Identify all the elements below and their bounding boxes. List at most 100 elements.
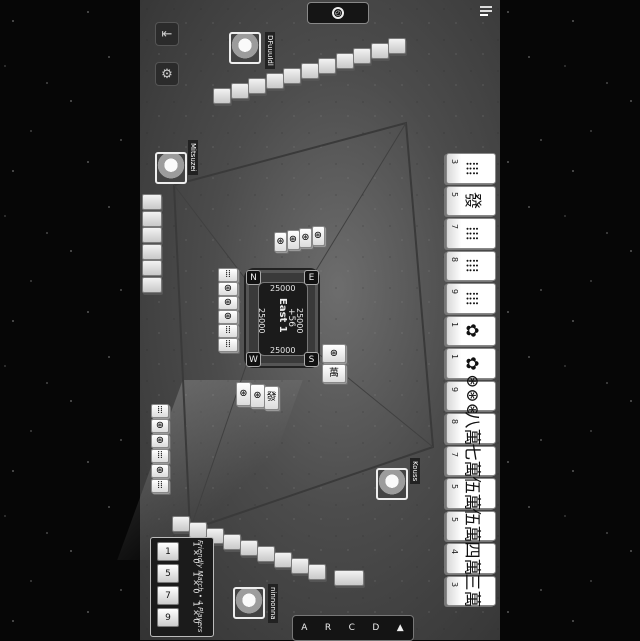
hand-tile[interactable]: 8 八萬 <box>446 411 496 446</box>
wind-marker-south: S <box>304 352 319 367</box>
tile-face: 八萬 <box>461 411 482 446</box>
player-name-self: ninnonna <box>268 584 278 623</box>
tile-face: ⊛ <box>239 388 248 399</box>
score-south: 25000 <box>270 346 296 355</box>
tile-face: ⊛ <box>329 347 339 359</box>
avatar-west[interactable] <box>155 152 187 184</box>
hand-tile[interactable]: 4 四萬 <box>446 541 496 576</box>
expand-arrow-icon[interactable]: ▲ <box>397 623 405 633</box>
tile-rank: 5 <box>450 516 460 522</box>
honba-counter: +56 <box>286 308 296 327</box>
score-east: 25000 <box>295 308 304 334</box>
hand-tile[interactable]: 3 三萬 <box>446 574 496 608</box>
action-button-r[interactable]: R <box>325 623 332 633</box>
wall-tile <box>230 83 249 99</box>
tile-rank: 5 <box>450 191 460 197</box>
tile-face: ⊛ <box>155 435 165 446</box>
discard-tile: ⁞⁞ <box>151 404 169 418</box>
discard-tile: ⊛ <box>236 382 251 406</box>
match-label: Friendly Match • 4 Players <box>196 540 204 633</box>
tile-face: ⊛ <box>253 390 262 401</box>
center-console: 25000 25000 25000 25000 East 1 +56 N E W… <box>244 268 320 368</box>
tile-face: ⊛ <box>223 311 233 322</box>
wall-tile <box>308 564 326 580</box>
hand-tile[interactable]: 7 七萬 <box>446 443 496 478</box>
settings-button[interactable]: ⚙ <box>155 62 179 86</box>
player-name-west: Mitsuzei <box>188 140 198 175</box>
tile-rank: 8 <box>450 418 460 425</box>
avatar-self[interactable] <box>233 587 265 619</box>
tile-rank: 3 <box>450 581 460 587</box>
wall-tile <box>142 210 162 227</box>
wall-tile <box>300 63 319 79</box>
tile-face: ⁞⁞⁞ <box>461 258 482 273</box>
discard-tile: 萬 <box>322 364 346 383</box>
discard-tile: ⊛ <box>151 464 169 478</box>
tile-rank: 9 <box>450 386 460 392</box>
tile-face: ⁞⁞⁞ <box>461 161 482 176</box>
hand-tile[interactable]: 9 ⁞⁞⁞ <box>446 283 496 314</box>
exit-icon: ⇤ <box>161 26 173 42</box>
action-button-c[interactable]: C <box>349 623 356 633</box>
tile-rank: 1 <box>450 353 460 360</box>
tile-face: ✿ <box>461 323 482 338</box>
wall-tile <box>334 570 364 586</box>
discard-tile: ⊛ <box>218 310 238 324</box>
wind-marker-north: N <box>246 270 261 285</box>
hand-tile[interactable]: 5發 <box>446 185 496 216</box>
action-bar: A R C D ▲ <box>292 615 414 641</box>
wall-tile <box>370 43 389 59</box>
wall-tile <box>248 78 266 94</box>
wall-tile <box>335 53 354 69</box>
discard-tile: ⊛ <box>299 228 312 248</box>
discard-tile: ⊛ <box>311 226 325 246</box>
discard-tile: ⁞⁞ <box>151 479 169 493</box>
wall-tile <box>274 552 292 568</box>
tile-face: ⊛ <box>223 297 233 308</box>
hand-tile[interactable]: 1 ✿ <box>446 315 496 346</box>
tile-rank: 9 <box>450 288 460 295</box>
tile-rank: 5 <box>450 483 460 490</box>
action-button-d[interactable]: D <box>372 623 380 633</box>
hand-tile[interactable]: 7 ⁞⁞⁞ <box>446 218 496 249</box>
score-west: 25000 <box>257 308 266 334</box>
tile-rank: 3 <box>450 158 460 165</box>
tile-face: ⁞⁞ <box>225 325 231 336</box>
avatar-east[interactable] <box>376 468 408 500</box>
tile-face: ⊛ <box>301 232 310 243</box>
tile-face: ⁞⁞ <box>225 339 231 350</box>
gear-icon: ⚙ <box>161 66 173 82</box>
wall-tile <box>142 260 162 276</box>
wall-tile <box>189 522 207 538</box>
hand-tile[interactable]: 8 ⁞⁞⁞ <box>446 250 496 281</box>
score-north: 25000 <box>270 284 296 293</box>
mini-tile: 7 <box>157 586 179 605</box>
wall-tile <box>388 38 406 54</box>
tile-face: 四萬 <box>461 541 482 576</box>
hand-tile[interactable]: 5 伍萬 <box>446 476 496 510</box>
wall-tile <box>283 68 301 84</box>
wall-tile <box>240 540 258 556</box>
wall-tile <box>257 546 275 562</box>
tile-face: 七萬 <box>461 443 482 478</box>
discard-tile: ⊛ <box>218 282 238 296</box>
player-name-north: DFuuuIdl <box>265 32 275 69</box>
tile-face: ⁞⁞ <box>225 269 231 280</box>
exit-button[interactable]: ⇤ <box>155 22 179 46</box>
hand-tile[interactable]: 9 ⊛⊛⊛ <box>446 374 496 417</box>
hand-tile[interactable]: 3 ⁞⁞⁞ <box>446 153 496 184</box>
hand-tile[interactable]: 5 伍萬 <box>446 508 496 543</box>
discard-tile: ⊛ <box>274 232 287 252</box>
wall-tile <box>142 194 162 210</box>
tile-face: ⊛ <box>313 230 323 241</box>
wall-tile <box>223 534 241 550</box>
discard-tile: ⁞⁞ <box>218 324 238 338</box>
action-button-a[interactable]: A <box>301 623 308 633</box>
discard-tile: ⊛ <box>322 344 346 363</box>
tile-face: 伍萬 <box>461 508 482 543</box>
discard-tile: ⁞⁞ <box>218 338 238 352</box>
tile-rank: 4 <box>450 548 460 555</box>
tile-face: ⁞⁞ <box>157 480 163 491</box>
avatar-north[interactable] <box>229 32 261 64</box>
wall-tile <box>265 73 284 89</box>
